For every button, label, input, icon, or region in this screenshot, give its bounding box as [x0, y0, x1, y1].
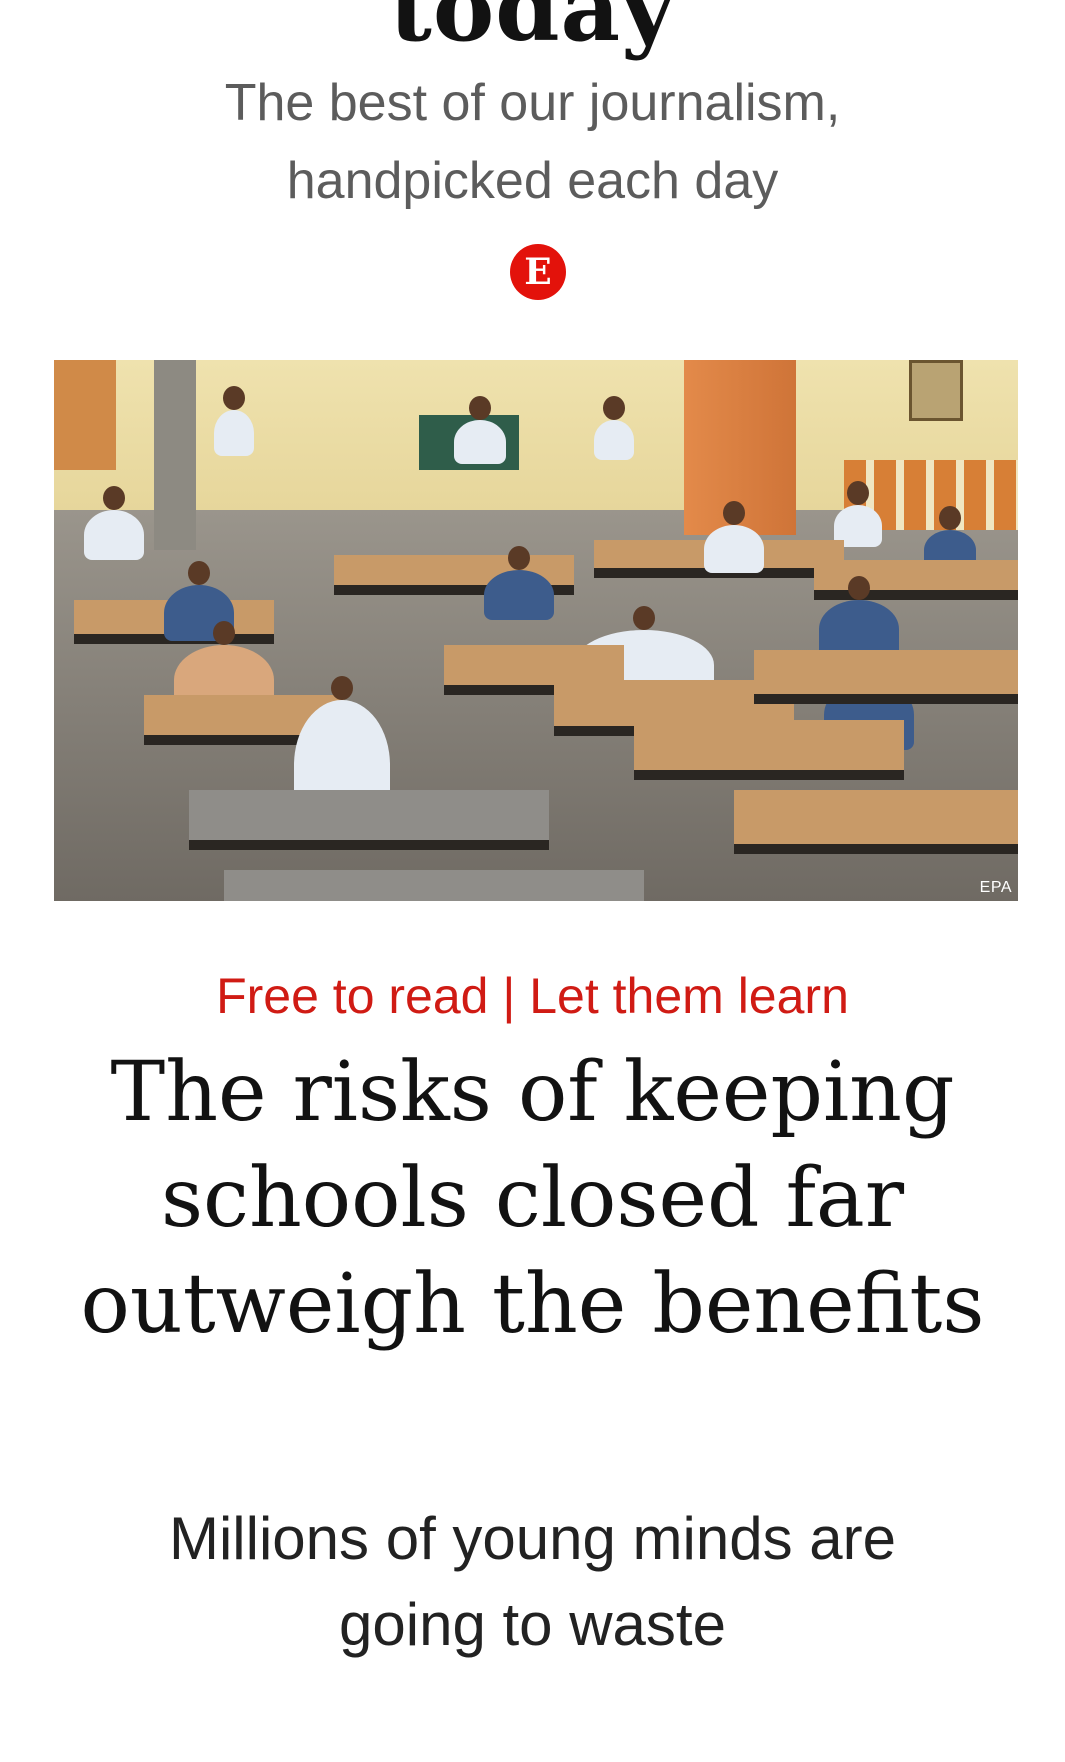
photo-desk	[189, 790, 549, 850]
photo-picture-frame	[909, 360, 963, 421]
photo-pillar	[154, 360, 196, 550]
photo-student	[214, 386, 254, 456]
photo-student	[484, 546, 554, 620]
photo-desk	[634, 720, 904, 780]
photo-credit: EPA	[979, 879, 1012, 896]
article-hero-image[interactable]: EPA	[54, 360, 1018, 901]
photo-desk	[734, 790, 1018, 854]
photo-student	[84, 486, 144, 560]
subtitle-line-2: handpicked each day	[286, 152, 779, 210]
article-standfirst: Millions of young minds are going to was…	[168, 1505, 896, 1658]
article-rubric[interactable]: Free to read | Let them learn	[0, 966, 1065, 1026]
photo-desk	[814, 560, 1018, 600]
photo-student	[594, 396, 634, 460]
newsletter-title: today	[389, 0, 676, 62]
newsletter-subtitle: The best of our journalism, handpicked e…	[0, 64, 1065, 220]
photo-student	[704, 501, 764, 573]
article-headline[interactable]: The risks of keeping schools closed far …	[60, 1040, 1005, 1358]
subtitle-line-1: The best of our journalism,	[224, 74, 841, 132]
photo-student	[454, 396, 506, 464]
economist-logo-icon: E	[510, 244, 566, 300]
photo-desk	[754, 650, 1018, 704]
photo-desk	[224, 870, 644, 901]
photo-door-left	[54, 360, 116, 470]
